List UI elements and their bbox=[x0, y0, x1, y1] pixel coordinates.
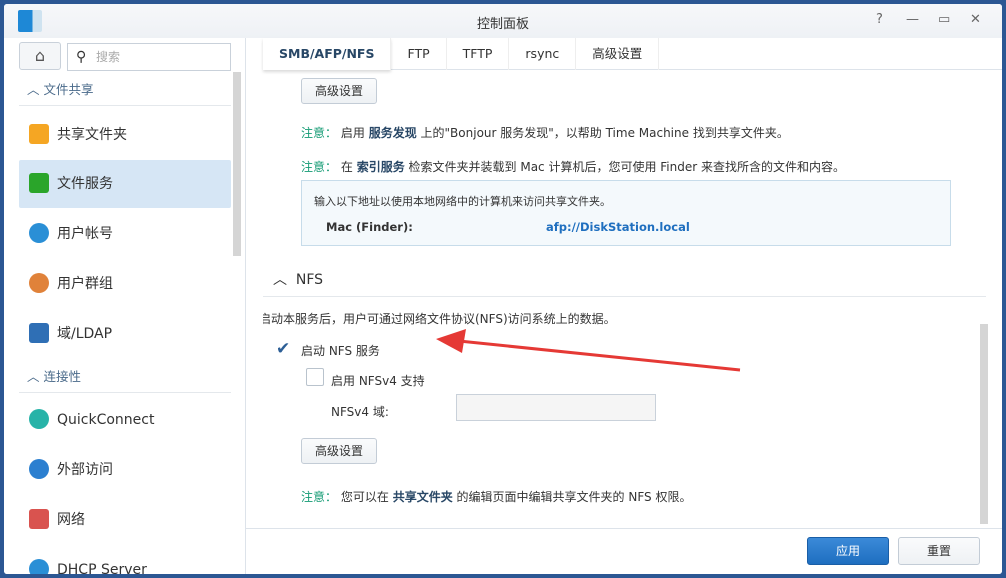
control-panel-window: 控制面板 ? — ▭ ✕ ⌂ ⚲搜索 ︿ 文件共享 共享文件夹 文件服务 用户帐… bbox=[4, 4, 1002, 574]
footer-bar: 应用 重置 bbox=[246, 528, 1002, 574]
reset-button[interactable]: 重置 bbox=[898, 537, 980, 565]
red-arrow-annotation bbox=[4, 4, 1002, 574]
apply-button[interactable]: 应用 bbox=[807, 537, 889, 565]
